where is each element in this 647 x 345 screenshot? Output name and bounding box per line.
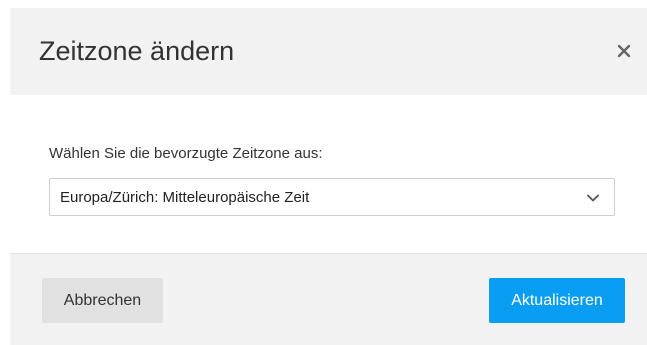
change-timezone-dialog: Zeitzone ändern Wählen Sie die bevorzugt… bbox=[0, 0, 647, 345]
timezone-label: Wählen Sie die bevorzugte Zeitzone aus: bbox=[49, 145, 323, 162]
update-button[interactable]: Aktualisieren bbox=[489, 278, 625, 323]
dialog-header: Zeitzone ändern bbox=[10, 8, 647, 95]
close-button[interactable] bbox=[611, 36, 637, 66]
close-icon bbox=[617, 44, 631, 58]
timezone-select[interactable]: Europa/Zürich: Mitteleuropäische Zeit bbox=[49, 178, 615, 216]
chevron-down-icon bbox=[587, 194, 599, 202]
dialog-title: Zeitzone ändern bbox=[39, 36, 235, 66]
cancel-button[interactable]: Abbrechen bbox=[42, 278, 163, 323]
timezone-select-value: Europa/Zürich: Mitteleuropäische Zeit bbox=[60, 189, 310, 206]
dialog-body: Wählen Sie die bevorzugte Zeitzone aus: … bbox=[10, 95, 647, 253]
dialog-footer: Abbrechen Aktualisieren bbox=[10, 253, 647, 345]
